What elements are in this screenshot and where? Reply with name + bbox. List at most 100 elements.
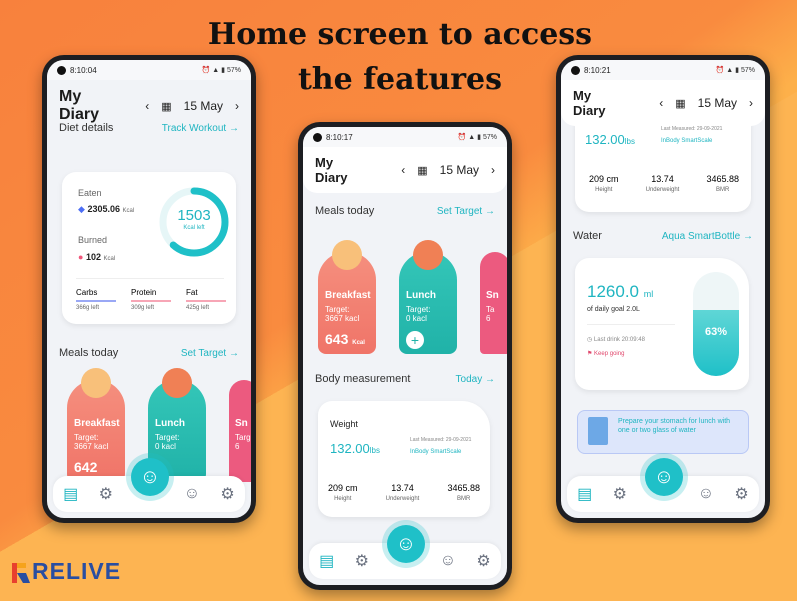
breakfast-food-icon — [332, 240, 362, 270]
weight-source: InBody SmartScale — [661, 138, 713, 144]
meal-card-snack[interactable]: Sn Ta 6 — [480, 252, 507, 354]
diary-header: My Diary ‹ ▦ 15 May › — [561, 80, 765, 126]
meals-today-label: Meals today — [59, 347, 119, 359]
set-target-link[interactable]: Set Target → — [181, 348, 239, 359]
prev-date-button[interactable]: ‹ — [401, 163, 405, 177]
add-lunch-button[interactable]: + — [406, 331, 424, 349]
last-measured: Last Measured: 29-09-2021 — [661, 126, 723, 132]
diary-header: My Diary ‹ ▦ 15 May › — [47, 80, 251, 128]
body-measurement-row: Body measurement Today → — [303, 373, 507, 385]
meals-today-label: Meals today — [315, 205, 375, 217]
status-icons: ⏰ ▲ ▮ 57% — [201, 67, 241, 74]
keep-going: ⚑ Keep going — [587, 351, 625, 357]
date-label: 15 May — [697, 96, 737, 110]
phone-1-screen: 8:10:04 ⏰ ▲ ▮ 57% My Diary ‹ ▦ 15 May › D… — [47, 60, 251, 518]
relive-logo: RELIVE — [12, 558, 121, 585]
hydration-tip: Prepare your stomach for lunch with one … — [618, 418, 731, 434]
track-workout-link[interactable]: Track Workout → — [162, 123, 239, 134]
status-icons: ⏰ ▲ ▮ 57% — [457, 134, 497, 141]
prev-date-button[interactable]: ‹ — [659, 96, 663, 110]
meals-today-row: Meals today Set Target → — [47, 347, 251, 359]
stat-bmi: 13.74 Underweight — [385, 483, 420, 502]
camera-icon — [571, 65, 580, 75]
diet-details-label: Diet details — [59, 122, 114, 134]
workout-nav-icon[interactable]: ⚙ — [355, 551, 369, 571]
body-stats-row: 209 cm Height 13.74 Underweight 3465.88 BMR — [328, 483, 480, 502]
next-date-button[interactable]: › — [491, 163, 495, 177]
settings-nav-icon[interactable]: ⚙ — [734, 484, 748, 504]
settings-nav-icon[interactable]: ⚙ — [220, 484, 234, 504]
doctor-nav-icon[interactable]: ☺ — [440, 552, 456, 570]
stat-height: 209 cm Height — [328, 483, 358, 502]
weight-value: 132.00lbs — [330, 441, 380, 456]
weight-card[interactable]: Weight 132.00lbs Last Measured: 29-09-20… — [318, 401, 490, 517]
next-date-button[interactable]: › — [749, 96, 753, 110]
weight-label: Weight — [330, 419, 358, 429]
status-bar: 8:10:04 ⏰ ▲ ▮ 57% — [47, 60, 251, 80]
next-date-button[interactable]: › — [235, 99, 239, 113]
diary-nav-icon[interactable]: ▤ — [577, 484, 592, 504]
assistant-fab-icon[interactable]: ☺ — [131, 458, 169, 496]
water-bottle: 63% — [693, 272, 739, 376]
eaten-icon: ◆ — [78, 204, 85, 214]
stat-height: 209 cm Height — [589, 174, 619, 193]
diary-header: My Diary ‹ ▦ 15 May › — [303, 147, 507, 193]
date-selector: ‹ ▦ 15 May › — [659, 96, 753, 110]
water-glass-icon — [588, 417, 608, 445]
macro-fat: Fat 425g left — [186, 288, 226, 311]
doctor-nav-icon[interactable]: ☺ — [698, 485, 714, 503]
phone-3-screen: 8:10:21 ⏰ ▲ ▮ 57% My Diary ‹ ▦ 15 May › L… — [561, 60, 765, 518]
camera-icon — [57, 65, 66, 75]
burned-value: ● 102 Kcal — [78, 252, 116, 262]
weight-card[interactable]: Last Measured: 29-09-2021 132.00lbs InBo… — [575, 120, 751, 212]
page-title: My Diary — [573, 88, 606, 118]
calendar-icon[interactable]: ▦ — [675, 97, 685, 110]
last-drink: ◷ Last drink 20:09:48 — [587, 337, 645, 343]
lunch-food-icon — [413, 240, 443, 270]
date-selector: ‹ ▦ 15 May › — [145, 99, 239, 113]
stat-bmr: 3465.88 BMR — [706, 174, 739, 193]
assistant-fab-icon[interactable]: ☺ — [387, 525, 425, 563]
headline: Home screen to access the features — [200, 12, 600, 102]
camera-icon — [313, 132, 322, 142]
workout-nav-icon[interactable]: ⚙ — [613, 484, 627, 504]
workout-nav-icon[interactable]: ⚙ — [99, 484, 113, 504]
page-title: My Diary — [59, 88, 100, 123]
macro-protein: Protein 309g left — [131, 288, 171, 311]
date-label: 15 May — [439, 163, 479, 177]
assistant-fab-icon[interactable]: ☺ — [645, 458, 683, 496]
relive-logo-mark — [12, 562, 30, 583]
phone-1: 8:10:04 ⏰ ▲ ▮ 57% My Diary ‹ ▦ 15 May › D… — [42, 55, 256, 523]
phone-2-screen: 8:10:17 ⏰ ▲ ▮ 57% My Diary ‹ ▦ 15 May › M… — [303, 127, 507, 585]
diary-nav-icon[interactable]: ▤ — [63, 484, 78, 504]
meal-card-breakfast[interactable]: Breakfast Target: 3667 kacl 643 Kcal — [318, 240, 376, 354]
meal-card-snack[interactable]: SnTarget:6 — [229, 380, 251, 482]
prev-date-button[interactable]: ‹ — [145, 99, 149, 113]
water-goal: of daily goal 2.0L — [587, 306, 640, 313]
meal-card-lunch[interactable]: Lunch Target: 0 kacl + — [399, 240, 457, 354]
calendar-icon[interactable]: ▦ — [161, 100, 171, 113]
settings-nav-icon[interactable]: ⚙ — [476, 551, 490, 571]
meal-card-breakfast[interactable]: Breakfast Target: 3667 kacl 642 — [67, 368, 125, 482]
calorie-card[interactable]: Eaten ◆ 2305.06 Kcal Burned ● 102 Kcal 1… — [62, 172, 236, 324]
doctor-nav-icon[interactable]: ☺ — [184, 485, 200, 503]
date-label: 15 May — [183, 99, 223, 113]
weight-source: InBody SmartScale — [410, 449, 462, 455]
headline-line-1: Home screen to access — [207, 17, 593, 52]
phone-2: 8:10:17 ⏰ ▲ ▮ 57% My Diary ‹ ▦ 15 May › M… — [298, 122, 512, 590]
stat-bmi: 13.74 Underweight — [645, 174, 680, 193]
headline-line-2: the features — [297, 62, 503, 97]
calendar-icon[interactable]: ▦ — [417, 164, 427, 177]
lunch-food-icon — [162, 368, 192, 398]
calories-left-label: Kcal left — [183, 225, 205, 231]
set-target-link[interactable]: Set Target → — [437, 206, 495, 217]
meals-today-row: Meals today Set Target → — [303, 205, 507, 217]
status-time: 8:10:21 — [584, 65, 611, 75]
water-card[interactable]: 1260.0 ml of daily goal 2.0L ◷ Last drin… — [575, 258, 749, 390]
today-link[interactable]: Today → — [456, 374, 495, 385]
aqua-smartbottle-link[interactable]: Aqua SmartBottle → — [662, 231, 753, 242]
status-time: 8:10:17 — [326, 132, 353, 142]
macros-row: Carbs 366g left Protein 309g left Fat 425g … — [76, 288, 226, 311]
diary-nav-icon[interactable]: ▤ — [319, 551, 334, 571]
status-bar: 8:10:17 ⏰ ▲ ▮ 57% — [303, 127, 507, 147]
